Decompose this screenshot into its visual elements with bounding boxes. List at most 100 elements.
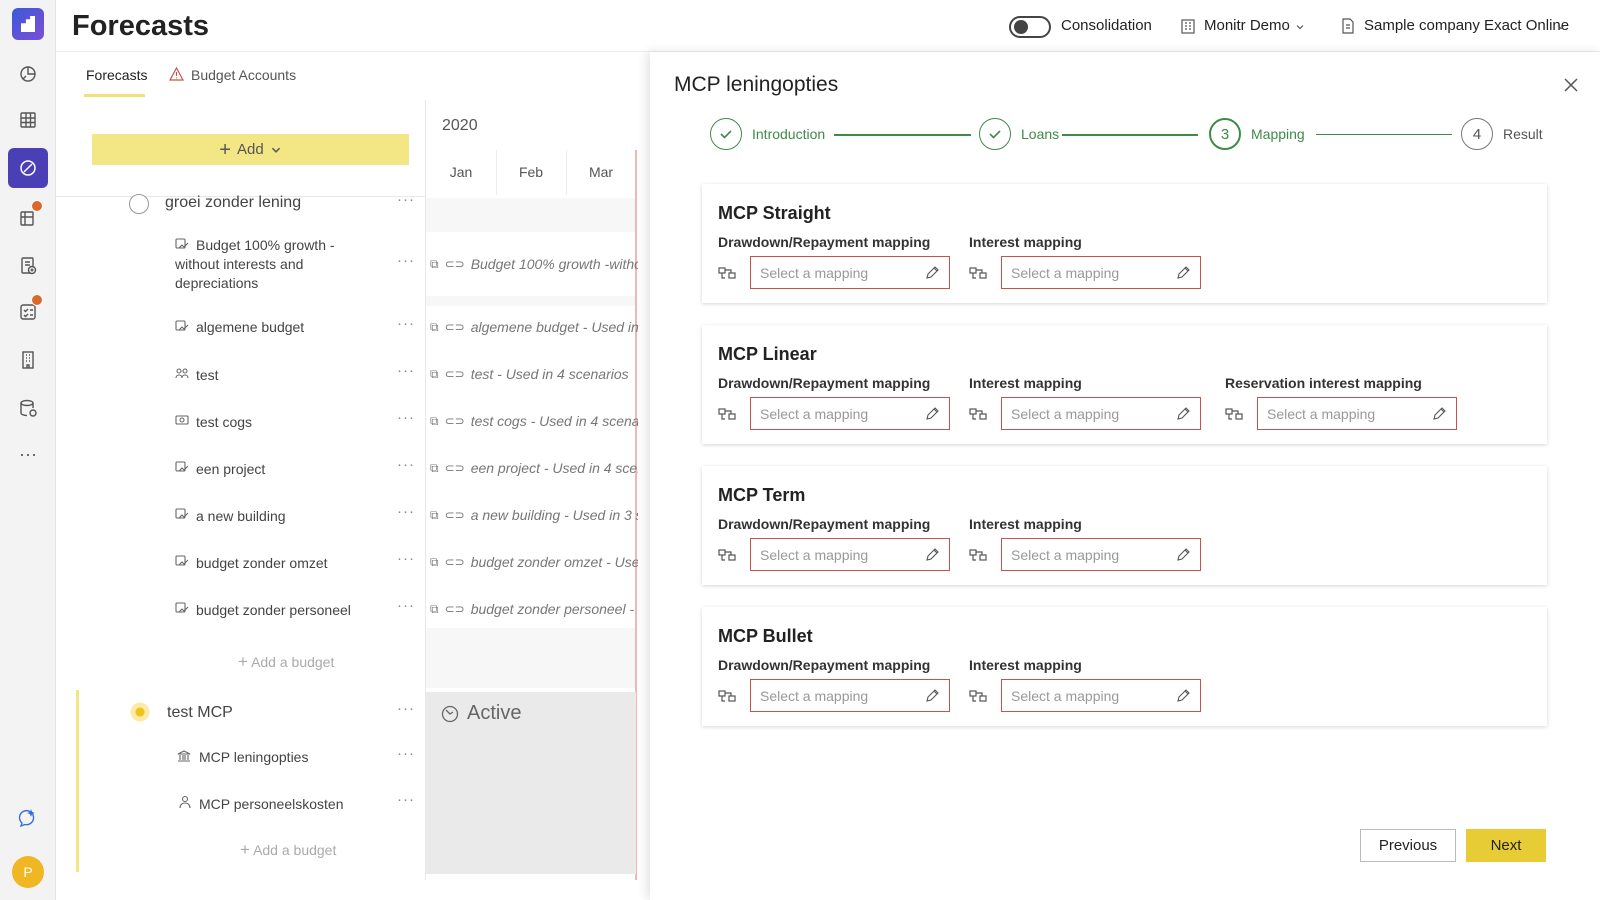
mapping-select[interactable]: Select a mapping <box>750 397 950 430</box>
group-radio[interactable] <box>129 194 149 214</box>
list-item[interactable]: budget zonder personeel <box>196 601 351 620</box>
status-active: Active <box>441 702 521 725</box>
timeline-band <box>426 296 636 306</box>
timeline-row[interactable]: ⧉⊂⊃een project - Used in 4 scenarios <box>430 459 638 477</box>
stepper-connector <box>834 134 971 136</box>
bank-icon <box>177 750 191 762</box>
mapping-select[interactable]: Select a mapping <box>1001 538 1201 571</box>
mapping-select[interactable]: Select a mapping <box>1257 397 1457 430</box>
edit-pencil-icon[interactable] <box>1175 265 1191 281</box>
company-icon <box>1342 18 1354 34</box>
chevron-down-icon[interactable] <box>1556 22 1566 32</box>
mapping-select[interactable]: Select a mapping <box>1001 397 1201 430</box>
previous-button[interactable]: Previous <box>1360 829 1456 862</box>
group-name[interactable]: groei zonder lening <box>165 194 301 212</box>
more-options-icon[interactable]: ··· <box>397 252 415 269</box>
timeline-row[interactable]: ⧉⊂⊃algemene budget - Used in 4 scenarios <box>430 318 638 336</box>
database-nav-icon[interactable] <box>8 388 48 428</box>
edit-pencil-icon[interactable] <box>924 406 940 422</box>
chat-assistant-icon[interactable] <box>8 798 48 838</box>
consolidation-label: Consolidation <box>1061 17 1152 34</box>
list-item[interactable]: een project <box>196 460 265 479</box>
list-item[interactable]: algemene budget <box>196 318 304 337</box>
drawdown-repayment-mapping: Drawdown/Repayment mapping Select a mapp… <box>718 234 950 289</box>
step-number: 4 <box>1461 118 1493 150</box>
edit-pencil-icon[interactable] <box>1175 547 1191 563</box>
tab-budget-accounts[interactable]: Budget Accounts <box>191 67 296 83</box>
mapping-select[interactable]: Select a mapping <box>750 256 950 289</box>
list-item[interactable]: MCP personeelskosten <box>199 795 343 814</box>
more-options-icon[interactable]: ··· <box>397 503 415 520</box>
sheets-nav-icon[interactable] <box>8 198 48 238</box>
next-button[interactable]: Next <box>1466 829 1546 862</box>
step-mapping[interactable]: 3 Mapping <box>1209 118 1305 150</box>
add-budget-link[interactable]: + Add a budget <box>240 840 336 860</box>
more-options-icon[interactable]: ··· <box>397 409 415 426</box>
mapping-select[interactable]: Select a mapping <box>750 538 950 571</box>
list-item-continued: without interests and depreciations <box>175 256 304 291</box>
list-item[interactable]: test <box>196 366 219 385</box>
plus-icon: + <box>240 840 250 859</box>
list-item[interactable]: budget zonder omzet <box>196 554 328 573</box>
more-options-icon[interactable]: ··· <box>397 745 415 762</box>
forecasts-nav-icon[interactable] <box>8 148 48 188</box>
mapping-select[interactable]: Select a mapping <box>1001 256 1201 289</box>
timeline-row[interactable]: ⧉⊂⊃test cogs - Used in 4 scenarios <box>430 412 638 430</box>
step-loans[interactable]: Loans <box>979 118 1059 150</box>
list-item[interactable]: test cogs <box>196 413 252 432</box>
active-group-radio[interactable] <box>130 702 150 722</box>
edit-pencil-icon[interactable] <box>924 547 940 563</box>
chevron-down-icon[interactable] <box>1295 22 1305 32</box>
list-item[interactable]: Budget 100% growth - <box>196 236 335 255</box>
company-selector[interactable]: Sample company Exact Online <box>1364 17 1569 34</box>
add-budget-link[interactable]: + Add a budget <box>238 652 334 672</box>
page-title: Forecasts <box>72 10 210 42</box>
reservation-interest-mapping: Reservation interest mapping Select a ma… <box>1225 375 1457 430</box>
edit-pencil-icon[interactable] <box>924 688 940 704</box>
card-title: MCP Bullet <box>718 626 813 646</box>
more-options-icon[interactable]: ··· <box>397 700 415 717</box>
budget-icon: ⧉ <box>430 554 439 569</box>
more-options-icon[interactable]: ··· <box>397 362 415 379</box>
group-name[interactable]: test MCP <box>167 704 233 722</box>
timeline-row[interactable]: ⧉ ⊂⊃ test - Used in 4 scenarios <box>430 365 638 383</box>
interest-mapping: Interest mapping Select a mapping <box>969 657 1201 712</box>
edit-pencil-icon[interactable] <box>924 265 940 281</box>
mapping-select[interactable]: Select a mapping <box>1001 679 1201 712</box>
edit-pencil-icon[interactable] <box>1431 406 1447 422</box>
building-nav-icon[interactable] <box>8 340 48 380</box>
dashboard-nav-icon[interactable] <box>8 54 48 94</box>
interest-mapping: Interest mapping Select a mapping <box>969 375 1201 430</box>
more-options-icon[interactable]: ··· <box>397 597 415 614</box>
add-button[interactable]: + Add <box>92 134 409 165</box>
tasks-nav-icon[interactable] <box>8 292 48 332</box>
more-nav-icon[interactable]: ··· <box>8 434 48 474</box>
list-item[interactable]: a new building <box>196 507 286 526</box>
user-avatar[interactable]: P <box>12 856 44 888</box>
mapping-select[interactable]: Select a mapping <box>750 679 950 712</box>
interest-mapping: Interest mapping Select a mapping <box>969 234 1201 289</box>
more-options-icon[interactable]: ··· <box>397 315 415 332</box>
edit-pencil-icon[interactable] <box>1175 688 1191 704</box>
consolidation-toggle[interactable] <box>1009 16 1051 38</box>
timeline-row[interactable]: ⧉⊂⊃budget zonder personeel - Used in 4 s… <box>430 600 638 618</box>
tab-forecasts[interactable]: Forecasts <box>86 67 147 83</box>
app-logo-icon[interactable] <box>12 8 44 40</box>
list-item[interactable]: MCP leningopties <box>199 748 308 767</box>
more-options-icon[interactable]: ··· <box>397 191 415 208</box>
step-result[interactable]: 4 Result <box>1461 118 1543 150</box>
report-add-nav-icon[interactable] <box>8 246 48 286</box>
step-introduction[interactable]: Introduction <box>710 118 825 150</box>
timeline-row[interactable]: ⧉⊂⊃Budget 100% growth -without interests… <box>430 255 638 273</box>
edit-pencil-icon[interactable] <box>1175 406 1191 422</box>
more-options-icon[interactable]: ··· <box>397 550 415 567</box>
close-icon[interactable] <box>1562 76 1580 94</box>
more-options-icon[interactable]: ··· <box>397 456 415 473</box>
org-selector[interactable]: Monitr Demo <box>1204 17 1290 34</box>
timeline-band <box>426 198 636 232</box>
timeline-row[interactable]: ⧉⊂⊃a new building - Used in 3 scenarios <box>430 506 638 524</box>
warning-badge <box>31 200 43 212</box>
more-options-icon[interactable]: ··· <box>397 791 415 808</box>
grid-nav-icon[interactable] <box>8 100 48 140</box>
timeline-row[interactable]: ⧉⊂⊃budget zonder omzet - Used in 4 scena… <box>430 553 638 571</box>
